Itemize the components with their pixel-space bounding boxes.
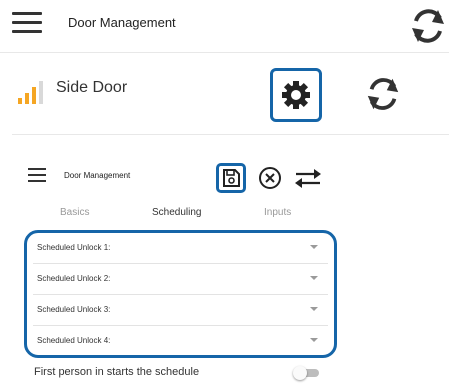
first-person-toggle[interactable] (293, 366, 319, 380)
editor-title: Door Management (64, 171, 131, 180)
tab-scheduling[interactable]: Scheduling (152, 207, 201, 218)
settings-button[interactable] (270, 68, 322, 122)
chevron-down-icon (310, 245, 318, 249)
save-button[interactable] (216, 163, 246, 193)
swap-arrows-icon[interactable] (294, 166, 322, 190)
tab-basics[interactable]: Basics (60, 207, 89, 218)
scheduled-unlock-label: Scheduled Unlock 2: (37, 274, 111, 283)
tab-inputs[interactable]: Inputs (264, 207, 291, 218)
scheduled-unlock-list: Scheduled Unlock 1: Scheduled Unlock 2: … (24, 230, 337, 358)
page-title: Door Management (68, 15, 176, 30)
header-divider (0, 52, 449, 53)
scheduled-unlock-label: Scheduled Unlock 3: (37, 305, 111, 314)
scheduled-unlock-4-select[interactable]: Scheduled Unlock 4: (27, 326, 334, 357)
scheduled-unlock-2-select[interactable]: Scheduled Unlock 2: (27, 264, 334, 295)
scheduled-unlock-label: Scheduled Unlock 4: (37, 336, 111, 345)
first-person-label: First person in starts the schedule (34, 366, 200, 378)
chevron-down-icon (310, 307, 318, 311)
scheduled-unlock-1-select[interactable]: Scheduled Unlock 1: (27, 233, 334, 264)
refresh-icon[interactable] (364, 76, 402, 112)
scheduled-unlock-label: Scheduled Unlock 1: (37, 243, 111, 252)
hamburger-menu-icon[interactable] (12, 12, 42, 34)
chevron-down-icon (310, 338, 318, 342)
toggle-knob (293, 366, 307, 380)
chevron-down-icon (310, 276, 318, 280)
door-divider (12, 134, 449, 135)
save-icon (223, 169, 240, 187)
refresh-icon[interactable] (408, 8, 448, 44)
cancel-circle-icon[interactable] (258, 166, 282, 190)
door-name: Side Door (56, 79, 128, 96)
hamburger-menu-icon[interactable] (28, 168, 46, 182)
signal-strength-icon (18, 80, 46, 106)
scheduled-unlock-3-select[interactable]: Scheduled Unlock 3: (27, 295, 334, 326)
gear-icon (282, 81, 310, 109)
